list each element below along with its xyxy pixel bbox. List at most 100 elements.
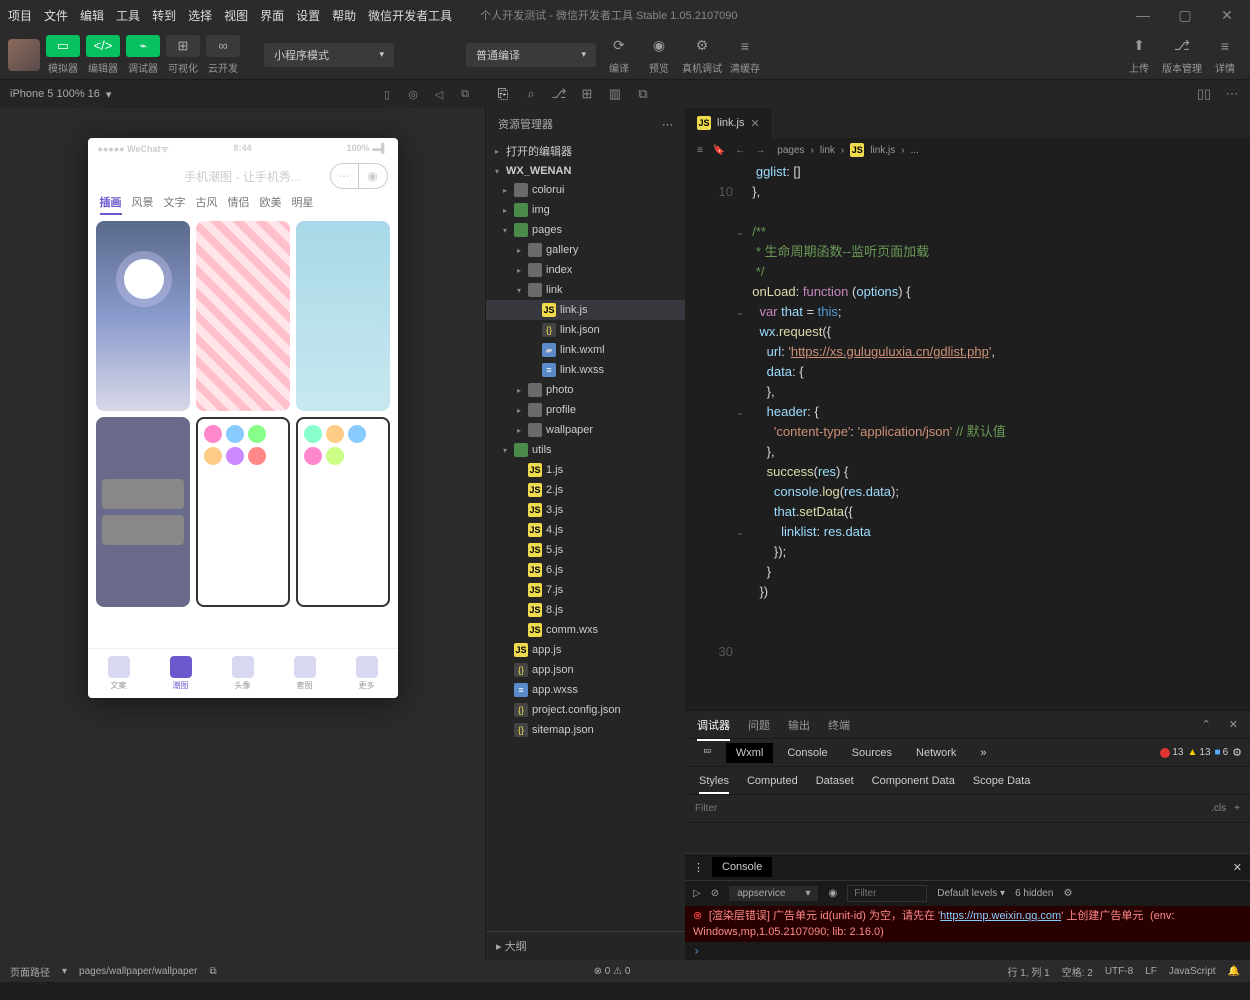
panel-toggle-icon[interactable]: ▯▯ xyxy=(1194,86,1214,102)
console-icon[interactable]: ▷ xyxy=(693,888,701,899)
tree-folder[interactable]: ▸wallpaper xyxy=(486,420,685,440)
maximize-button[interactable]: ▢ xyxy=(1170,7,1200,24)
warn-badge[interactable]: ▲ 13 xyxy=(1187,747,1210,758)
copy-icon[interactable]: ⧉ xyxy=(209,966,216,977)
crumb-item[interactable]: ... xyxy=(911,145,919,156)
subtab-styles[interactable]: Styles xyxy=(699,775,729,794)
files-icon[interactable]: ⎘ xyxy=(493,86,513,102)
capsule-close-icon[interactable]: ◉ xyxy=(359,164,387,188)
insp-network[interactable]: Network xyxy=(906,743,966,763)
menu-help[interactable]: 帮助 xyxy=(332,7,356,24)
subtab-dataset[interactable]: Dataset xyxy=(816,775,854,787)
capsule-button[interactable]: ⋯◉ xyxy=(330,163,388,189)
gallery-item[interactable] xyxy=(96,221,190,411)
levels-dropdown[interactable]: Default levels ▾ xyxy=(937,888,1005,899)
more-icon[interactable]: ⋯ xyxy=(1222,86,1242,102)
tab-text[interactable]: 文字 xyxy=(164,194,186,215)
tree-file[interactable]: JS3.js xyxy=(486,500,685,520)
tree-folder[interactable]: ▸img xyxy=(486,200,685,220)
code-editor[interactable]: 10 ⌄ ⌄ ⌄ ⌄ 30 gglist: [] }, /** * 生命周期函数… xyxy=(685,162,1250,710)
nav-more[interactable]: 更多 xyxy=(356,656,378,691)
context-select[interactable]: appservice▾ xyxy=(729,886,818,901)
add-button[interactable]: + xyxy=(1234,803,1240,814)
fold-icon[interactable]: ⌄ xyxy=(736,522,744,542)
eol[interactable]: LF xyxy=(1145,966,1157,977)
menu-goto[interactable]: 转到 xyxy=(152,7,176,24)
editor-button[interactable]: </> xyxy=(86,35,120,57)
terminal-icon[interactable]: ⧉ xyxy=(633,86,653,102)
chevron-down-icon[interactable]: ▾ xyxy=(62,966,67,977)
encoding[interactable]: UTF-8 xyxy=(1105,966,1133,977)
insp-wxml[interactable]: Wxml xyxy=(726,743,774,763)
insp-more-icon[interactable]: » xyxy=(970,743,996,763)
tree-file[interactable]: JS6.js xyxy=(486,560,685,580)
console-tab[interactable]: Console xyxy=(712,857,772,877)
error-badge[interactable]: 13 xyxy=(1160,747,1183,758)
tab-close-icon[interactable]: ✕ xyxy=(751,117,760,130)
info-badge[interactable]: ■ 6 xyxy=(1215,747,1229,758)
tree-folder[interactable]: ▸photo xyxy=(486,380,685,400)
mode-dropdown[interactable]: 小程序模式 xyxy=(264,43,394,67)
tab-ancient[interactable]: 古风 xyxy=(196,194,218,215)
tab-linkjs[interactable]: JS link.js ✕ xyxy=(685,108,773,138)
tree-section-editors[interactable]: ▸打开的编辑器 xyxy=(486,140,685,162)
simulator-button[interactable]: ▭ xyxy=(46,35,80,57)
tab-scenery[interactable]: 风景 xyxy=(132,194,154,215)
outline-section[interactable]: ▸ 大纲 xyxy=(486,931,685,960)
visual-button[interactable]: ⊞ xyxy=(166,35,200,57)
tree-file[interactable]: JS5.js xyxy=(486,540,685,560)
mute-icon[interactable]: ◁ xyxy=(429,88,449,101)
tree-file[interactable]: JS2.js xyxy=(486,480,685,500)
menu-edit[interactable]: 编辑 xyxy=(80,7,104,24)
branch-icon[interactable]: ⎇ xyxy=(549,86,569,102)
panel-close-icon[interactable]: ✕ xyxy=(1229,718,1238,731)
tab-debugger[interactable]: 调试器 xyxy=(697,717,730,741)
crumb-item[interactable]: pages xyxy=(777,145,804,156)
tree-folder[interactable]: ▸colorui xyxy=(486,180,685,200)
route-value[interactable]: pages/wallpaper/wallpaper xyxy=(79,966,197,977)
back-icon[interactable]: ← xyxy=(735,145,745,156)
tree-file[interactable]: {}project.config.json xyxy=(486,700,685,720)
gallery-item[interactable] xyxy=(296,417,390,607)
device-dropdown-icon[interactable]: ▾ xyxy=(106,88,112,101)
preview-icon[interactable]: ◉ xyxy=(642,35,676,57)
tab-star[interactable]: 明星 xyxy=(292,194,314,215)
tree-folder[interactable]: ▸gallery xyxy=(486,240,685,260)
menu-interface[interactable]: 界面 xyxy=(260,7,284,24)
insp-sources[interactable]: Sources xyxy=(842,743,902,763)
tree-file[interactable]: {}app.json xyxy=(486,660,685,680)
tree-project-root[interactable]: ▾WX_WENAN xyxy=(486,162,685,180)
list-icon[interactable]: ≡ xyxy=(697,145,703,156)
crumb-item[interactable]: link xyxy=(820,145,835,156)
panel-collapse-icon[interactable]: ⌃ xyxy=(1202,718,1211,731)
record-icon[interactable]: ◎ xyxy=(403,88,423,101)
filter-input[interactable] xyxy=(695,803,1195,814)
tab-illustration[interactable]: 插画 xyxy=(100,194,122,215)
nav-taotu[interactable]: 套图 xyxy=(294,656,316,691)
gallery-item[interactable] xyxy=(296,221,390,411)
compile-icon[interactable]: ⟳ xyxy=(602,35,636,57)
fold-icon[interactable]: ⌄ xyxy=(736,302,744,322)
clear-icon[interactable]: ⊘ xyxy=(711,888,719,899)
settings-icon[interactable]: ⚙ xyxy=(1232,746,1242,759)
console-link[interactable]: https://mp.weixin.qq.com xyxy=(940,910,1061,922)
tree-file[interactable]: JSapp.js xyxy=(486,640,685,660)
insp-console[interactable]: Console xyxy=(777,743,837,763)
tree-file[interactable]: JS1.js xyxy=(486,460,685,480)
console-close-icon[interactable]: ✕ xyxy=(1233,861,1242,874)
tree-file[interactable]: {}link.json xyxy=(486,320,685,340)
upload-icon[interactable]: ⬆ xyxy=(1122,35,1156,57)
tree-folder[interactable]: ▸profile xyxy=(486,400,685,420)
tab-problems[interactable]: 问题 xyxy=(748,717,770,733)
tree-file[interactable]: JScomm.wxs xyxy=(486,620,685,640)
debugger-button[interactable]: ⌁ xyxy=(126,35,160,57)
device-label[interactable]: iPhone 5 100% 16 xyxy=(10,88,100,100)
inspect-icon[interactable]: ⮹ xyxy=(693,742,722,763)
tree-file[interactable]: ≡link.wxss xyxy=(486,360,685,380)
minimize-button[interactable]: — xyxy=(1128,7,1158,24)
subtab-scope[interactable]: Scope Data xyxy=(973,775,1030,787)
tree-file[interactable]: JS4.js xyxy=(486,520,685,540)
tree-file[interactable]: JS7.js xyxy=(486,580,685,600)
cloud-button[interactable]: ∞ xyxy=(206,35,240,57)
nav-avatar[interactable]: 头像 xyxy=(232,656,254,691)
